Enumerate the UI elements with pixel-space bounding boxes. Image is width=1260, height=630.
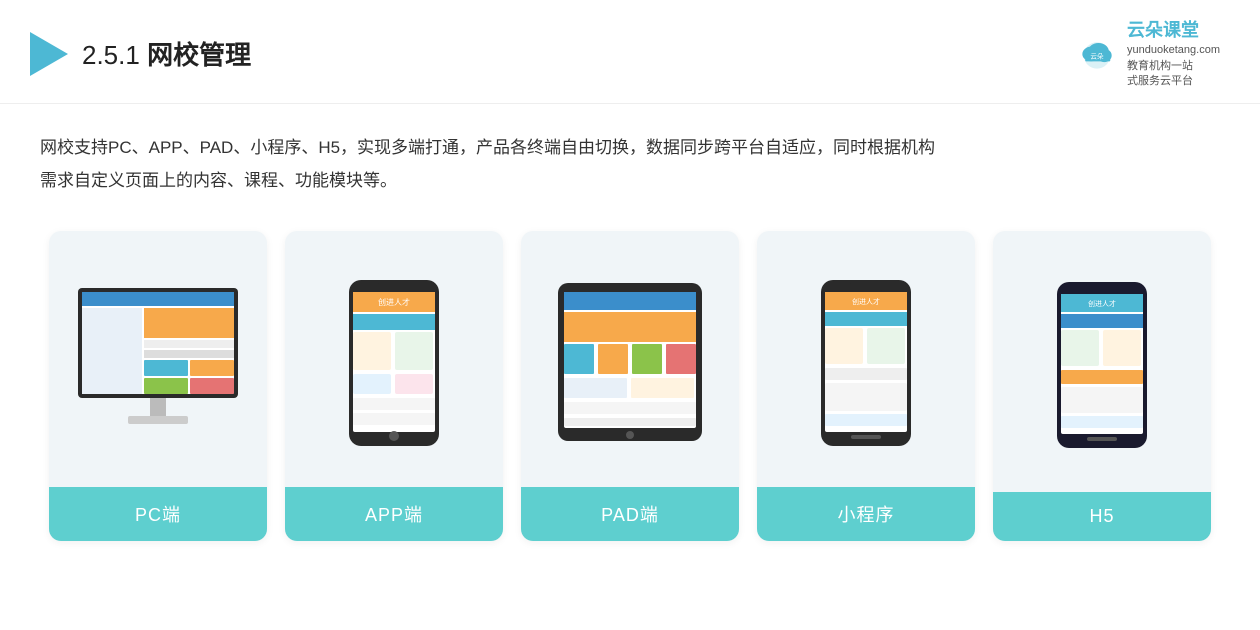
page-title: 2.5.1 网校管理 [82,35,251,72]
h5-image-area: 创进人才 [1036,231,1168,492]
card-h5: 创进人才 H5 [993,231,1211,541]
h5-mockup: 创进人才 [1052,280,1152,450]
app-label: APP端 [285,487,503,541]
pc-mockup [68,283,248,443]
brand-site: yunduoketang.com [1127,43,1220,58]
svg-text:创进人才: 创进人才 [378,297,410,307]
card-miniprogram: 创进人才 小程序 [757,231,975,541]
pad-mockup [550,278,710,448]
cards-section: PC端 创进人才 [0,207,1260,571]
h5-label: H5 [993,492,1211,541]
pc-label: PC端 [49,487,267,541]
brand-text: 云朵课堂 yunduoketang.com 教育机构一站式服务云平台 [1127,18,1220,89]
header: 2.5.1 网校管理 云朵 云朵课堂 yunduoketang.com 教育机构… [0,0,1260,104]
miniprogram-mockup: 创进人才 [816,278,916,448]
card-pc: PC端 [49,231,267,541]
brand-icon: 云朵 [1075,32,1119,76]
miniprogram-image-area: 创进人才 [800,231,932,487]
brand-name: 云朵课堂 [1127,18,1220,43]
card-pad: PAD端 [521,231,739,541]
brand-tagline: 教育机构一站式服务云平台 [1127,59,1220,90]
app-mockup: 创进人才 [344,278,444,448]
header-left: 2.5.1 网校管理 [30,32,251,76]
svg-text:创进人才: 创进人才 [852,297,880,306]
miniprogram-label: 小程序 [757,487,975,541]
svg-text:创进人才: 创进人才 [1088,299,1116,308]
brand-logo: 云朵 云朵课堂 yunduoketang.com 教育机构一站式服务云平台 [1075,18,1220,89]
description-section: 网校支持PC、APP、PAD、小程序、H5，实现多端打通，产品各终端自由切换，数… [0,104,1260,207]
app-image-area: 创进人才 [328,231,460,487]
pad-image-area [534,231,726,487]
description-text: 网校支持PC、APP、PAD、小程序、H5，实现多端打通，产品各终端自由切换，数… [40,132,1220,197]
svg-text:云朵: 云朵 [1090,52,1104,60]
pc-image-area [52,231,264,487]
pad-label: PAD端 [521,487,739,541]
logo-triangle-icon [30,32,68,76]
card-app: 创进人才 APP端 [285,231,503,541]
page-container: 2.5.1 网校管理 云朵 云朵课堂 yunduoketang.com 教育机构… [0,0,1260,630]
